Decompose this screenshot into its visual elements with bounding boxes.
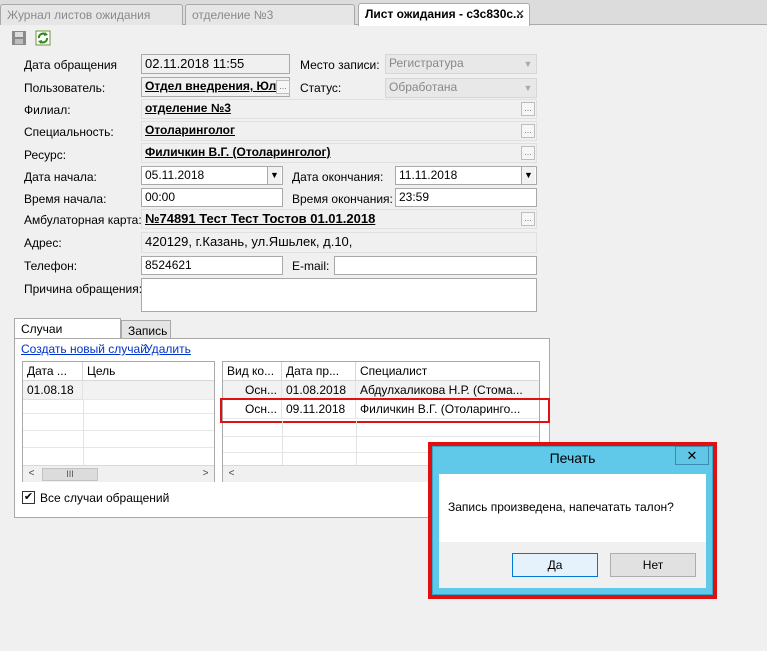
table-cell[interactable] (83, 381, 214, 400)
end-time-field[interactable]: 23:59 (395, 188, 537, 207)
phone-label: Телефон: (24, 259, 78, 273)
table-row[interactable]: 01.08.18 (23, 381, 83, 400)
date-label: Дата обращения (24, 58, 118, 72)
chevron-down-icon[interactable]: ▼ (267, 167, 281, 184)
create-case-link[interactable]: Создать новый случай (21, 342, 147, 356)
column-header[interactable]: Специалист (356, 362, 539, 381)
tab-waiting-sheet[interactable]: Лист ожидания - с3с830с... ✕ (358, 3, 530, 26)
close-icon[interactable]: ✕ (675, 446, 709, 465)
tab-waiting-journal[interactable]: Журнал листов ожидания (0, 4, 183, 25)
chevron-down-icon[interactable]: ▼ (521, 80, 535, 96)
tab-label: Журнал листов ожидания (7, 8, 151, 22)
end-date-value: 11.11.2018 (399, 168, 458, 182)
ellipsis-icon[interactable]: ... (521, 124, 535, 138)
tab-label: Лист ожидания - с3с830с... (365, 7, 524, 21)
status-value: Обработана (389, 80, 458, 94)
place-select[interactable]: Регистратура (385, 54, 537, 74)
grid-line (23, 447, 214, 448)
dialog-message: Запись произведена, напечатать талон? (448, 500, 674, 514)
grid-line (23, 413, 214, 414)
tab-label: Запись (128, 324, 168, 338)
grid-line (23, 430, 214, 431)
chevron-left-icon[interactable]: < (223, 466, 240, 482)
specialty-label: Специальность: (24, 125, 114, 139)
chevron-down-icon[interactable]: ▼ (521, 56, 535, 72)
column-header[interactable]: Цель (83, 362, 214, 381)
dialog-title: Печать (549, 450, 596, 466)
tab-label: отделение №3 (192, 8, 274, 22)
grid-line (282, 420, 283, 465)
column-header[interactable]: Дата ... (23, 362, 83, 381)
start-time-field[interactable]: 00:00 (141, 188, 283, 207)
ellipsis-icon[interactable]: ... (521, 146, 535, 160)
start-date-value: 05.11.2018 (145, 168, 205, 182)
email-label: E-mail: (292, 259, 330, 273)
status-select[interactable]: Обработана (385, 78, 537, 98)
end-date-label: Дата окончания: (292, 170, 384, 184)
card-field: №74891 Тест Тест Тостов 01.01.2018 (141, 209, 537, 229)
highlight-box (220, 398, 550, 423)
start-date-field[interactable]: 05.11.2018 (141, 166, 283, 185)
end-time-label: Время окончания: (292, 192, 393, 206)
card-label: Амбулаторная карта: (24, 213, 142, 227)
tab-appointment[interactable]: Запись (121, 320, 171, 340)
branch-field: отделение №3 (141, 99, 537, 119)
place-value: Регистратура (389, 56, 464, 70)
tab-department-3[interactable]: отделение №3 (185, 4, 355, 25)
yes-button[interactable]: Да (512, 553, 598, 577)
specialty-field: Отоларинголог (141, 121, 537, 141)
reason-label: Причина обращения: (24, 282, 143, 296)
branch-label: Филиал: (24, 103, 71, 117)
email-field[interactable] (334, 256, 537, 275)
resource-label: Ресурс: (24, 148, 67, 162)
close-icon[interactable]: ✕ (515, 7, 525, 21)
start-date-label: Дата начала: (24, 170, 97, 184)
no-button[interactable]: Нет (610, 553, 696, 577)
address-label: Адрес: (24, 236, 62, 250)
save-icon[interactable] (11, 30, 29, 48)
column-header[interactable]: Дата пр... (282, 362, 356, 381)
grid-line (83, 400, 84, 465)
resource-field: Филичкин В.Г. (Отоларинголог) (141, 143, 537, 163)
chevron-down-icon[interactable]: ▼ (521, 167, 535, 184)
refresh-icon[interactable] (35, 30, 53, 48)
ellipsis-icon[interactable]: ... (521, 102, 535, 116)
column-header[interactable]: Вид ко... (223, 362, 282, 381)
start-time-label: Время начала: (24, 192, 107, 206)
checkbox-all-cases[interactable]: ✔ (22, 491, 35, 504)
status-label: Статус: (300, 81, 342, 95)
user-label: Пользователь: (24, 81, 106, 95)
delete-link[interactable]: Удалить (145, 342, 191, 356)
phone-field[interactable]: 8524621 (141, 256, 283, 275)
chevron-right-icon[interactable]: > (197, 466, 214, 482)
grid-line (223, 436, 539, 437)
user-field: Отдел внедрения, Юль (141, 77, 290, 97)
all-cases-label: Все случаи обращений (40, 491, 170, 505)
toolbar (0, 26, 767, 50)
date-field: 02.11.2018 11:55 (141, 54, 290, 74)
end-date-field[interactable]: 11.11.2018 (395, 166, 537, 185)
chevron-left-icon[interactable]: < (23, 466, 40, 482)
scroll-thumb[interactable]: III (42, 468, 98, 481)
grid-line (356, 420, 357, 465)
place-label: Место записи: (300, 58, 380, 72)
address-field: 420129, г.Казань, ул.Яшьлек, д.10, (141, 232, 537, 253)
reason-field[interactable] (141, 278, 537, 312)
ellipsis-icon[interactable]: ... (276, 80, 290, 94)
tab-cases[interactable]: Случаи обращения (14, 318, 121, 350)
ellipsis-icon[interactable]: ... (521, 212, 535, 226)
